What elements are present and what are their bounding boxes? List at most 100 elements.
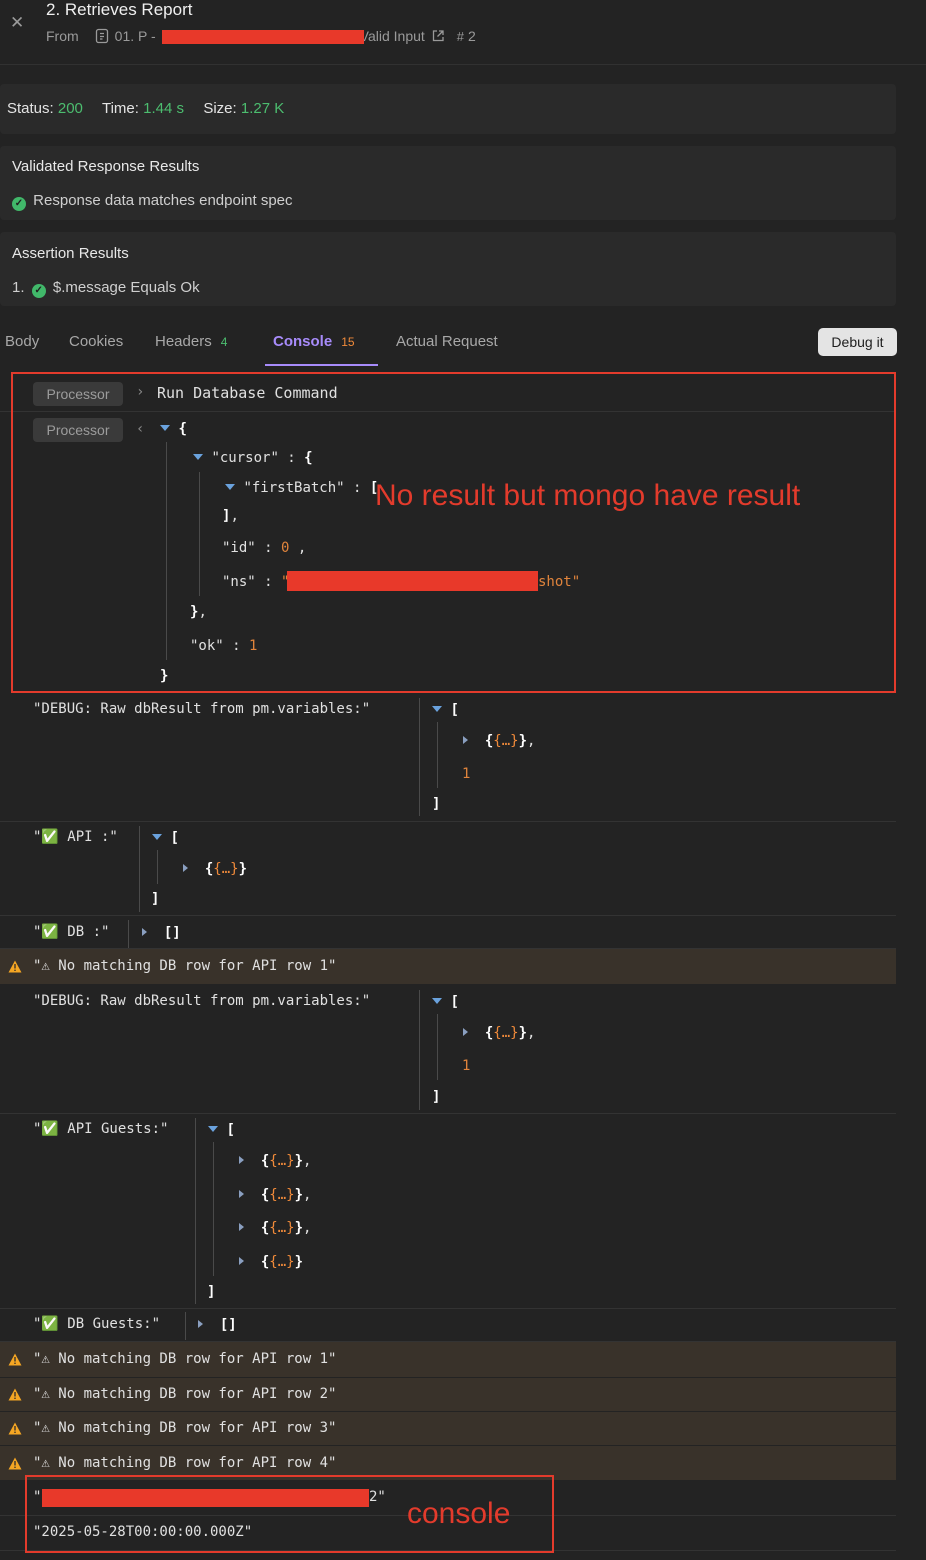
warning-text: "⚠ No matching DB row for API row 2" xyxy=(33,1386,337,1402)
array-value: 1 xyxy=(462,766,471,782)
tab-cookies[interactable]: Cookies xyxy=(69,333,123,350)
warning-text: "⚠ No matching DB row for API row 1" xyxy=(33,958,337,974)
redaction-bar xyxy=(162,30,364,44)
tree-guide xyxy=(157,850,158,884)
size-label: Size: xyxy=(203,100,237,117)
tree-guide xyxy=(437,1014,438,1080)
tab-badge: 4 xyxy=(220,335,228,349)
warning-icon xyxy=(8,1388,22,1401)
column-divider xyxy=(139,826,140,912)
tab-body[interactable]: Body xyxy=(5,333,39,350)
status-bar: Status: 200 Time: 1.44 s Size: 1.27 K xyxy=(7,100,284,117)
tab-badge: 15 xyxy=(341,335,355,349)
collapse-icon xyxy=(463,736,468,744)
console-log-text: "✅ API Guests:" xyxy=(33,1121,169,1137)
collapsed-object[interactable]: {{…}} xyxy=(239,1254,303,1270)
array-value: 1 xyxy=(462,1058,471,1074)
script-icon xyxy=(95,28,108,44)
warning-text: "⚠ No matching DB row for API row 1" xyxy=(33,1351,337,1367)
assertion-title: Assertion Results xyxy=(12,245,129,262)
annotation-note: No result but mongo have result xyxy=(375,479,801,512)
divider xyxy=(0,915,896,916)
divider xyxy=(0,1113,896,1114)
tree-guide xyxy=(213,1142,214,1276)
array-toggle[interactable]: [ xyxy=(432,702,459,718)
expand-icon xyxy=(432,998,442,1004)
expand-icon xyxy=(432,706,442,712)
debug-it-button[interactable]: Debug it xyxy=(818,328,897,356)
from-label: From xyxy=(46,28,79,44)
warning-icon xyxy=(8,1422,22,1435)
column-divider xyxy=(128,920,129,948)
source-prefix: 01. P - xyxy=(114,28,156,44)
assertion-item: 1. ✓ $.message Equals Ok xyxy=(12,279,200,298)
time-label: Time: xyxy=(101,100,139,117)
console-log-text: "✅ DB Guests:" xyxy=(33,1316,161,1332)
expand-icon xyxy=(152,834,162,840)
annotation-console-label: console xyxy=(407,1497,511,1530)
column-divider xyxy=(419,698,420,816)
status-value: 200 xyxy=(57,100,83,117)
collapsed-object[interactable]: {{…}}, xyxy=(239,1153,311,1169)
assertion-text: $.message Equals Ok xyxy=(52,279,200,296)
divider xyxy=(0,64,926,65)
source-suffix[interactable]: Valid Input xyxy=(360,28,425,44)
check-circle-icon: ✓ xyxy=(12,197,26,211)
tab-headers[interactable]: Headers 4 xyxy=(155,333,227,350)
collapse-icon xyxy=(239,1223,244,1231)
warning-text: "⚠ No matching DB row for API row 4" xyxy=(33,1455,337,1471)
collapsed-object[interactable]: {{…}}, xyxy=(239,1187,311,1203)
expand-icon xyxy=(208,1126,218,1132)
validation-result-text: Response data matches endpoint spec xyxy=(33,192,293,209)
tree-close: ] xyxy=(151,891,160,907)
divider xyxy=(0,1308,896,1309)
tree-close: ] xyxy=(432,796,441,812)
warning-text: "⚠ No matching DB row for API row 3" xyxy=(33,1420,337,1436)
collapse-icon xyxy=(183,864,188,872)
tree-guide xyxy=(437,722,438,788)
active-tab-indicator xyxy=(265,364,378,366)
warning-icon xyxy=(8,960,22,973)
close-icon[interactable]: ✕ xyxy=(10,14,24,32)
collapse-icon xyxy=(239,1156,244,1164)
column-divider xyxy=(185,1312,186,1340)
collapsed-object[interactable]: {{…}}, xyxy=(463,733,535,749)
collapse-icon xyxy=(198,1320,203,1328)
column-divider xyxy=(195,1118,196,1304)
size-value: 1.27 K xyxy=(240,100,285,117)
page-title: 2. Retrieves Report xyxy=(46,0,193,19)
collapsed-object[interactable]: {{…}} xyxy=(183,861,247,877)
empty-array[interactable]: [] xyxy=(142,925,181,941)
tree-close: ] xyxy=(207,1284,216,1300)
array-toggle[interactable]: [ xyxy=(152,830,179,846)
tab-actual-request[interactable]: Actual Request xyxy=(396,333,498,350)
annotation-box xyxy=(11,372,896,693)
array-toggle[interactable]: [ xyxy=(432,994,459,1010)
warning-icon xyxy=(8,1353,22,1366)
console-log-text: "DEBUG: Raw dbResult from pm.variables:" xyxy=(33,701,371,717)
empty-array[interactable]: [] xyxy=(198,1317,237,1333)
validation-title: Validated Response Results xyxy=(12,158,200,175)
warning-icon xyxy=(8,1457,22,1470)
collapsed-object[interactable]: {{…}}, xyxy=(239,1220,311,1236)
assertion-index: 1. xyxy=(12,279,25,296)
console-log-text: "DEBUG: Raw dbResult from pm.variables:" xyxy=(33,993,371,1009)
validation-result: ✓ Response data matches endpoint spec xyxy=(12,192,293,211)
collapse-icon xyxy=(142,928,147,936)
run-number: 2 xyxy=(468,28,476,44)
external-link-icon[interactable] xyxy=(431,29,445,43)
time-value: 1.44 s xyxy=(143,100,184,117)
check-circle-icon: ✓ xyxy=(31,284,46,298)
console-log-text: "✅ DB :" xyxy=(33,924,110,940)
array-toggle[interactable]: [ xyxy=(208,1122,235,1138)
tree-close: ] xyxy=(432,1089,441,1105)
console-log-text: "✅ API :" xyxy=(33,829,118,845)
collapsed-object[interactable]: {{…}}, xyxy=(463,1025,535,1041)
status-label: Status: xyxy=(7,100,54,117)
collapse-icon xyxy=(463,1028,468,1036)
collapse-icon xyxy=(239,1190,244,1198)
divider xyxy=(0,821,896,822)
hash-icon: # xyxy=(456,28,465,44)
column-divider xyxy=(419,990,420,1110)
tab-console[interactable]: Console 15 xyxy=(273,333,355,350)
